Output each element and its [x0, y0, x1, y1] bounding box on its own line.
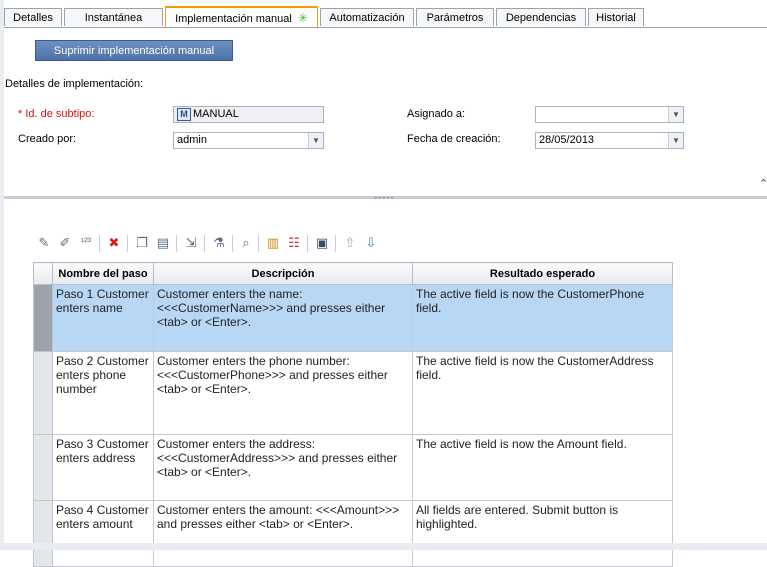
row-selector[interactable] — [33, 500, 53, 567]
toolbar-separator — [176, 235, 177, 252]
creation-date-label: Fecha de creación: — [407, 133, 501, 145]
toolbar-separator — [307, 235, 308, 252]
step-name-cell[interactable]: Paso 4 Customer enters amount — [52, 500, 154, 567]
column-header-name[interactable]: Nombre del paso — [52, 262, 154, 285]
tab-label: Dependencias — [505, 12, 577, 24]
row-selector[interactable] — [33, 351, 53, 435]
tab-label: Parámetros — [426, 12, 484, 24]
modified-asterisk-icon: ✳ — [297, 11, 308, 25]
assigned-to-label: Asignado a: — [407, 108, 466, 120]
call-test-icon[interactable]: ⇲ — [182, 234, 200, 252]
move-down-icon[interactable]: ⇩ — [362, 234, 380, 252]
tab-label: Historial — [596, 12, 636, 24]
suppress-manual-implementation-button[interactable]: Suprimir implementación manual — [35, 40, 233, 61]
delete-icon[interactable]: ✖ — [105, 234, 123, 252]
toolbar-separator — [232, 235, 233, 252]
table-row[interactable]: Paso 4 Customer enters amount Customer e… — [33, 500, 673, 567]
step-name-cell[interactable]: Paso 1 Customer enters name — [52, 284, 154, 352]
tab-snapshot[interactable]: Instantánea — [64, 8, 163, 26]
created-by-select[interactable]: admin ▼ — [173, 132, 324, 149]
edit-step-icon[interactable]: ✐ — [56, 234, 74, 252]
table-header-row: Nombre del paso Descripción Resultado es… — [33, 262, 673, 285]
tab-automation[interactable]: Automatización — [320, 8, 414, 26]
step-expected-cell[interactable]: The active field is now the Amount field… — [412, 434, 673, 501]
creation-date-field[interactable]: 28/05/2013 ▼ — [535, 132, 684, 149]
chevron-down-icon[interactable]: ▼ — [668, 107, 683, 122]
toolbar-separator — [335, 235, 336, 252]
step-expected-cell[interactable]: The active field is now the CustomerAddr… — [412, 351, 673, 435]
tab-bar: Detalles Instantánea Implementación manu… — [4, 5, 767, 28]
step-description-cell[interactable]: Customer enters the phone number: <<<Cus… — [153, 351, 413, 435]
chevron-down-icon[interactable]: ▼ — [308, 133, 323, 148]
step-name-cell[interactable]: Paso 3 Customer enters address — [52, 434, 154, 501]
find-icon[interactable]: ⌕ — [237, 234, 255, 252]
toolbar-separator — [99, 235, 100, 252]
copy-icon[interactable]: ❐ — [133, 234, 151, 252]
subtype-value: MANUAL — [193, 108, 239, 120]
move-up-icon[interactable]: ⇧ — [341, 234, 359, 252]
renumber-steps-icon[interactable]: ¹²³ — [77, 234, 95, 252]
chevron-down-icon[interactable]: ▼ — [668, 133, 683, 148]
window-bottom-border — [0, 543, 767, 550]
save-icon[interactable]: ▣ — [313, 234, 331, 252]
grid-filter-icon[interactable]: ☷ — [285, 234, 303, 252]
creation-date-value: 28/05/2013 — [539, 134, 595, 146]
step-description-cell[interactable]: Customer enters the name: <<<CustomerNam… — [153, 284, 413, 352]
steps-table: Nombre del paso Descripción Resultado es… — [33, 262, 673, 567]
window-left-border — [0, 0, 4, 550]
table-row[interactable]: Paso 1 Customer enters name Customer ent… — [33, 284, 673, 352]
subtype-field: M MANUAL — [173, 106, 324, 123]
implementation-details-heading: Detalles de implementación: — [5, 78, 144, 90]
new-step-icon[interactable]: ✎ — [35, 234, 53, 252]
collapse-panel-icon[interactable]: ⌃ — [759, 177, 767, 190]
step-name-cell[interactable]: Paso 2 Customer enters phone number — [52, 351, 154, 435]
column-header-description[interactable]: Descripción — [153, 262, 413, 285]
tab-details[interactable]: Detalles — [4, 8, 62, 26]
created-by-value: admin — [177, 134, 207, 146]
step-description-cell[interactable]: Customer enters the amount: <<<Amount>>>… — [153, 500, 413, 567]
tab-dependencies[interactable]: Dependencias — [496, 8, 586, 26]
tab-label: Detalles — [13, 12, 53, 24]
toolbar-separator — [127, 235, 128, 252]
tab-parameters[interactable]: Parámetros — [416, 8, 494, 26]
row-selector[interactable] — [33, 434, 53, 501]
step-description-cell[interactable]: Customer enters the address: <<<Customer… — [153, 434, 413, 501]
paste-icon[interactable]: ▤ — [154, 234, 172, 252]
row-selector[interactable] — [33, 284, 53, 352]
table-row[interactable]: Paso 2 Customer enters phone number Cust… — [33, 351, 673, 435]
manual-icon: M — [177, 107, 191, 121]
insert-parameter-icon[interactable]: ⚗ — [210, 234, 228, 252]
step-expected-cell[interactable]: The active field is now the CustomerPhon… — [412, 284, 673, 352]
toolbar-separator — [258, 235, 259, 252]
tab-manual-implementation[interactable]: Implementación manual ✳ — [165, 6, 318, 27]
tab-label: Instantánea — [84, 12, 143, 24]
created-by-label: Creado por: — [18, 133, 77, 145]
table-row[interactable]: Paso 3 Customer enters address Customer … — [33, 434, 673, 501]
step-expected-cell[interactable]: All fields are entered. Submit button is… — [412, 500, 673, 567]
toolbar-separator — [204, 235, 205, 252]
column-header-expected[interactable]: Resultado esperado — [412, 262, 673, 285]
tab-label: Automatización — [329, 12, 405, 24]
assigned-to-select[interactable]: ▼ — [535, 106, 684, 123]
select-columns-icon[interactable]: ▥ — [264, 234, 282, 252]
splitter-grip-icon[interactable]: ••••• — [374, 193, 395, 203]
subtype-label: * Id. de subtipo: — [18, 108, 95, 120]
row-header-corner — [33, 262, 53, 285]
tab-history[interactable]: Historial — [588, 8, 644, 26]
tab-label: Implementación manual — [175, 13, 292, 25]
